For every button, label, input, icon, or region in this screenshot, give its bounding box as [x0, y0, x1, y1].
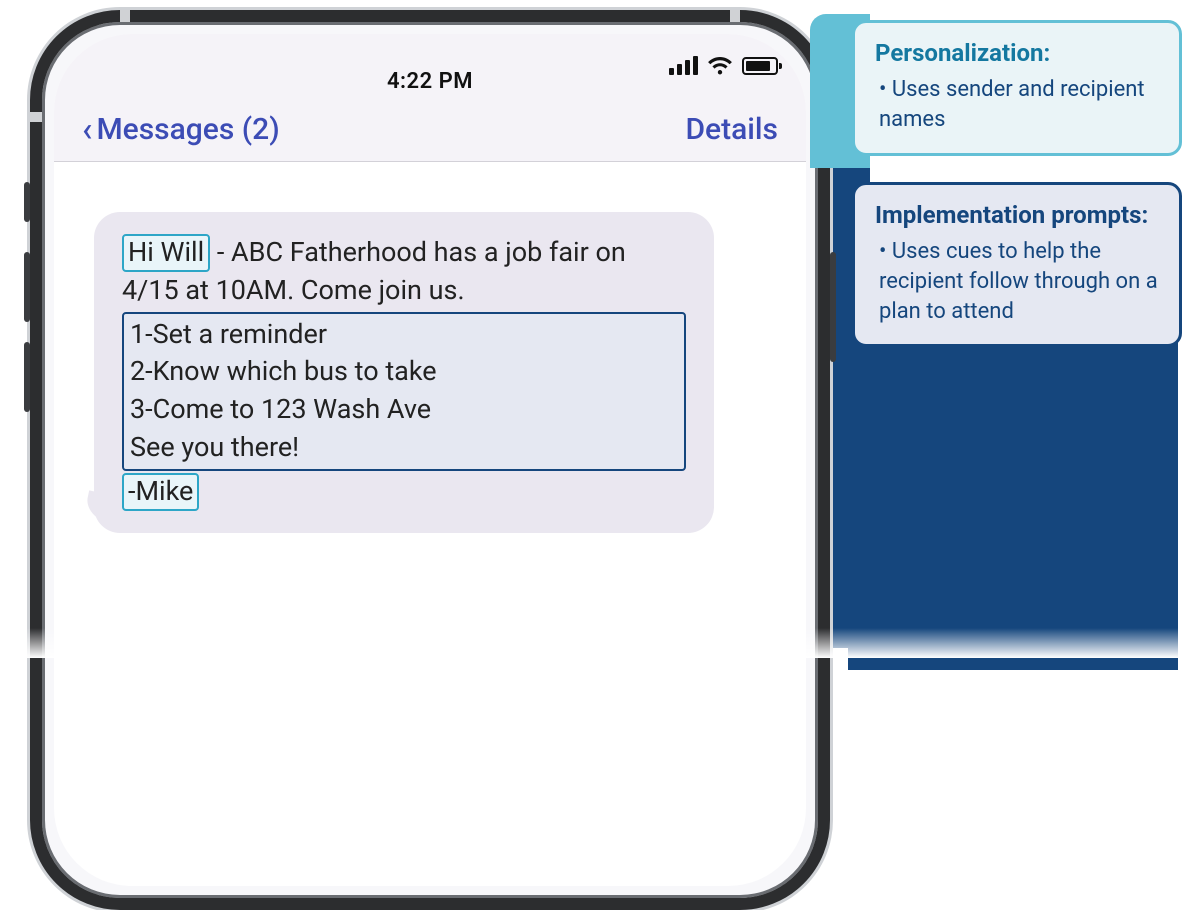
annotation-callouts: Personalization: Uses sender and recipie…	[852, 20, 1182, 373]
callout-implementation: Implementation prompts: Uses cues to hel…	[852, 182, 1182, 347]
chevron-left-icon: ‹	[82, 113, 92, 147]
phone-volume-down	[24, 342, 30, 412]
antenna-band	[730, 10, 740, 22]
phone-volume-up	[24, 252, 30, 322]
battery-level	[746, 61, 770, 71]
highlight-personalization-greeting: Hi Will	[122, 234, 210, 272]
status-time: 4:22 PM	[387, 69, 473, 94]
callout-bullet: Uses cues to help the recipient follow t…	[879, 237, 1159, 326]
phone-power-button	[830, 252, 836, 362]
details-link[interactable]: Details	[685, 112, 778, 147]
callout-title: Personalization:	[875, 37, 1159, 69]
phone-mockup: 4:22 PM ‹ Messages (2)	[30, 10, 830, 668]
highlight-implementation-steps: 1-Set a reminder 2-Know which bus to tak…	[122, 312, 686, 471]
cell-signal-icon	[669, 56, 698, 75]
conversation-area: Hi Will - ABC Fatherhood has a job fair …	[54, 162, 806, 583]
highlight-personalization-signature: -Mike	[122, 473, 199, 511]
back-to-messages-button[interactable]: ‹ Messages (2)	[82, 112, 280, 147]
bottom-fade-mask	[0, 628, 1200, 658]
antenna-band	[120, 10, 130, 22]
messages-nav-bar: ‹ Messages (2) Details	[54, 100, 806, 162]
callout-bullet: Uses sender and recipient names	[879, 75, 1159, 134]
phone-frame: 4:22 PM ‹ Messages (2)	[30, 10, 830, 910]
callout-personalization: Personalization: Uses sender and recipie…	[852, 20, 1182, 156]
battery-icon	[742, 57, 778, 75]
callout-title: Implementation prompts:	[875, 199, 1159, 231]
antenna-band	[30, 112, 42, 122]
wifi-icon	[708, 57, 732, 75]
status-indicators	[669, 56, 778, 75]
incoming-message-bubble: Hi Will - ABC Fatherhood has a job fair …	[94, 212, 714, 533]
back-label: Messages (2)	[96, 112, 279, 147]
status-bar: 4:22 PM	[54, 34, 806, 100]
phone-screen: 4:22 PM ‹ Messages (2)	[54, 34, 806, 886]
phone-mute-switch	[24, 182, 30, 222]
bubble-tail	[83, 490, 116, 523]
